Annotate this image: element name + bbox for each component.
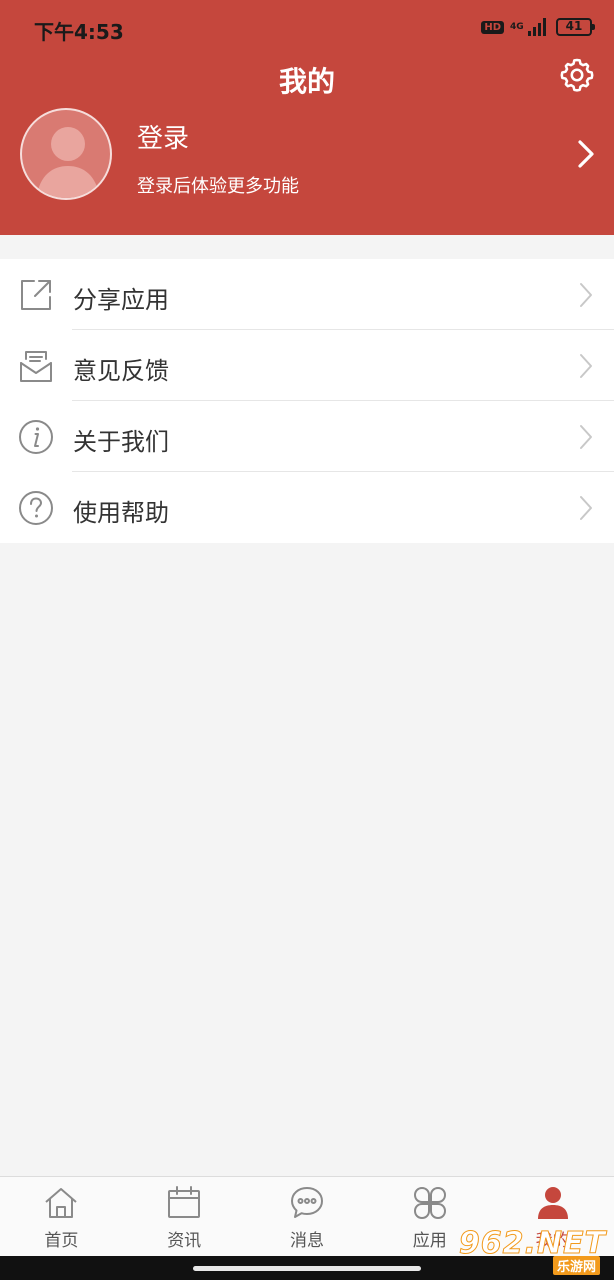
menu-label: 关于我们 [73, 428, 169, 456]
watermark-logo: 962.NET 乐游网 [458, 1226, 606, 1275]
tab-label: 资讯 [167, 1231, 202, 1251]
gear-icon [560, 58, 594, 92]
chat-bubble-icon [290, 1187, 323, 1218]
menu-label: 意见反馈 [73, 357, 169, 385]
avatar[interactable] [20, 108, 112, 200]
chevron-right-icon [580, 283, 592, 307]
settings-button[interactable] [558, 56, 596, 94]
menu-item-feedback[interactable]: 意见反馈 [0, 330, 614, 401]
signal-strength-icon [528, 18, 546, 36]
apps-grid-icon [413, 1186, 446, 1220]
mail-feedback-icon [20, 351, 52, 382]
menu-item-about-us[interactable]: 关于我们 [0, 401, 614, 472]
person-icon [537, 1187, 568, 1219]
login-title[interactable]: 登录 [137, 118, 189, 155]
help-icon [19, 491, 53, 525]
tab-news[interactable]: 资讯 [123, 1177, 246, 1257]
chevron-right-icon [580, 496, 592, 520]
menu-label: 使用帮助 [73, 499, 169, 527]
chevron-right-icon [580, 354, 592, 378]
status-icons: HD 4G 41 [481, 15, 595, 39]
menu-label: 分享应用 [73, 286, 169, 314]
home-icon [45, 1188, 78, 1218]
status-time: 下午4:53 [34, 20, 124, 44]
share-icon [21, 280, 51, 310]
calendar-icon [168, 1186, 201, 1218]
profile-header: 下午4:53 HD 4G 41 我的 登录 登录后体验更多功能 [0, 0, 614, 235]
page-title: 我的 [278, 65, 335, 98]
battery-level: 41 [565, 19, 583, 33]
chevron-right-icon [578, 140, 594, 168]
status-bar: 下午4:53 HD 4G 41 [0, 0, 614, 54]
menu-item-help[interactable]: 使用帮助 [0, 472, 614, 543]
home-indicator[interactable] [193, 1266, 421, 1271]
screen: 下午4:53 HD 4G 41 我的 登录 登录后体验更多功能 分享应用 意见反… [0, 0, 614, 1280]
battery-icon: 41 [556, 18, 595, 36]
tab-label: 首页 [44, 1231, 79, 1251]
menu-list: 分享应用 意见反馈 关于我们 使用帮助 [0, 259, 614, 543]
watermark-sub: 乐游网 [552, 1256, 600, 1275]
login-entry[interactable]: 登录 登录后体验更多功能 [0, 106, 614, 204]
login-hint: 登录后体验更多功能 [137, 176, 299, 197]
menu-item-share-app[interactable]: 分享应用 [0, 259, 614, 330]
hd-badge: HD [481, 20, 504, 34]
info-icon [19, 420, 53, 454]
chevron-right-icon [580, 425, 592, 449]
tab-label: 消息 [289, 1231, 324, 1251]
user-silhouette-icon [36, 127, 100, 198]
network-type: 4G [510, 21, 524, 32]
tab-messages[interactable]: 消息 [246, 1177, 369, 1257]
tab-home[interactable]: 首页 [0, 1177, 123, 1257]
